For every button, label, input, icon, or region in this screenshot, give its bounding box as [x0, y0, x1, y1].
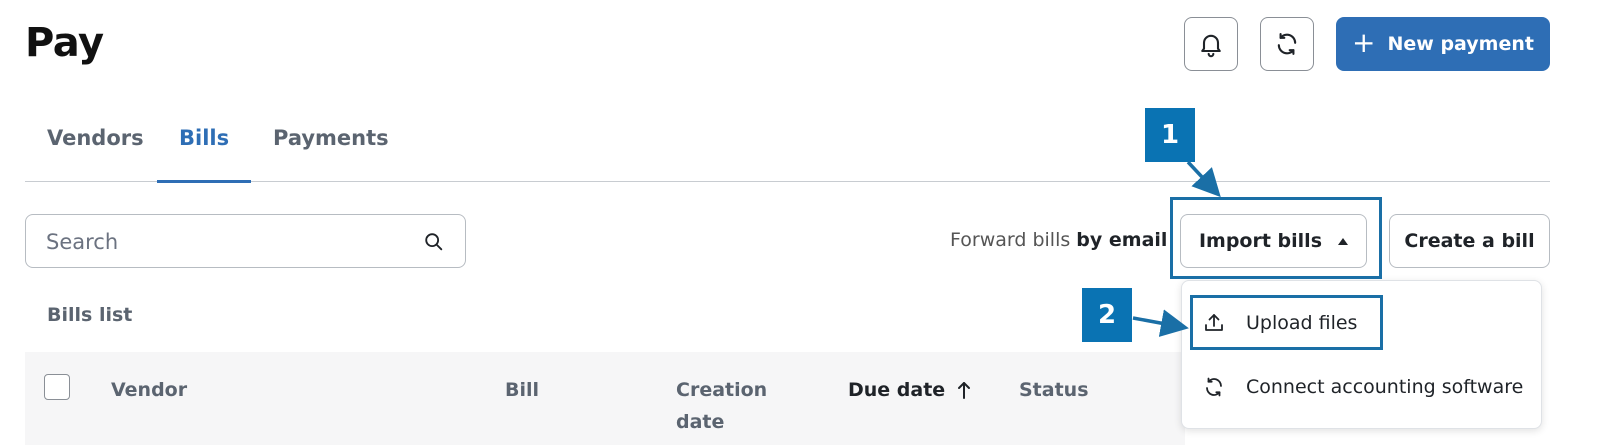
sync-icon [1206, 377, 1222, 397]
create-bill-button[interactable]: Create a bill [1389, 214, 1550, 268]
arrow-2 [1132, 309, 1189, 337]
column-header-creation-date[interactable]: Creation date [676, 374, 786, 438]
step-1-badge: 1 [1145, 108, 1195, 162]
connect-accounting-option[interactable]: Connect accounting software [1182, 362, 1541, 412]
tab-bills[interactable]: Bills [179, 126, 229, 150]
forward-bills-text: Forward bills by email [950, 229, 1167, 251]
create-bill-label: Create a bill [1404, 230, 1535, 252]
column-header-status[interactable]: Status [1019, 374, 1089, 406]
new-payment-button[interactable]: + New payment [1336, 17, 1550, 71]
step-2-badge: 2 [1082, 288, 1132, 342]
table-header: Vendor Bill Creation date Due date Statu… [25, 352, 1185, 445]
bills-list-label: Bills list [47, 304, 133, 326]
import-bills-highlight [1170, 197, 1382, 279]
search-icon[interactable] [423, 231, 445, 253]
active-tab-indicator [157, 180, 251, 183]
refresh-button[interactable] [1260, 17, 1314, 71]
select-all-checkbox[interactable] [44, 374, 70, 400]
new-payment-label: New payment [1387, 33, 1534, 55]
due-date-label: Due date [848, 379, 946, 401]
page-title: Pay [25, 20, 104, 66]
forward-by-email-link[interactable]: by email [1076, 229, 1167, 251]
column-header-due-date[interactable]: Due date [848, 374, 971, 406]
forward-bills-label: Forward bills [950, 229, 1071, 251]
search-input[interactable] [46, 227, 406, 257]
bell-icon [1201, 34, 1221, 58]
column-header-bill[interactable]: Bill [505, 374, 539, 406]
tab-payments[interactable]: Payments [273, 126, 389, 150]
upload-files-highlight [1190, 295, 1383, 350]
connect-accounting-label: Connect accounting software [1246, 376, 1524, 398]
sort-ascending-icon [958, 382, 971, 399]
notifications-button[interactable] [1184, 17, 1238, 71]
tab-bar: Vendors Bills Payments [25, 100, 1550, 183]
column-header-vendor[interactable]: Vendor [111, 374, 187, 406]
search-box [25, 214, 466, 268]
tab-vendors[interactable]: Vendors [47, 126, 144, 150]
refresh-icon [1277, 33, 1297, 55]
plus-icon: + [1352, 25, 1376, 59]
